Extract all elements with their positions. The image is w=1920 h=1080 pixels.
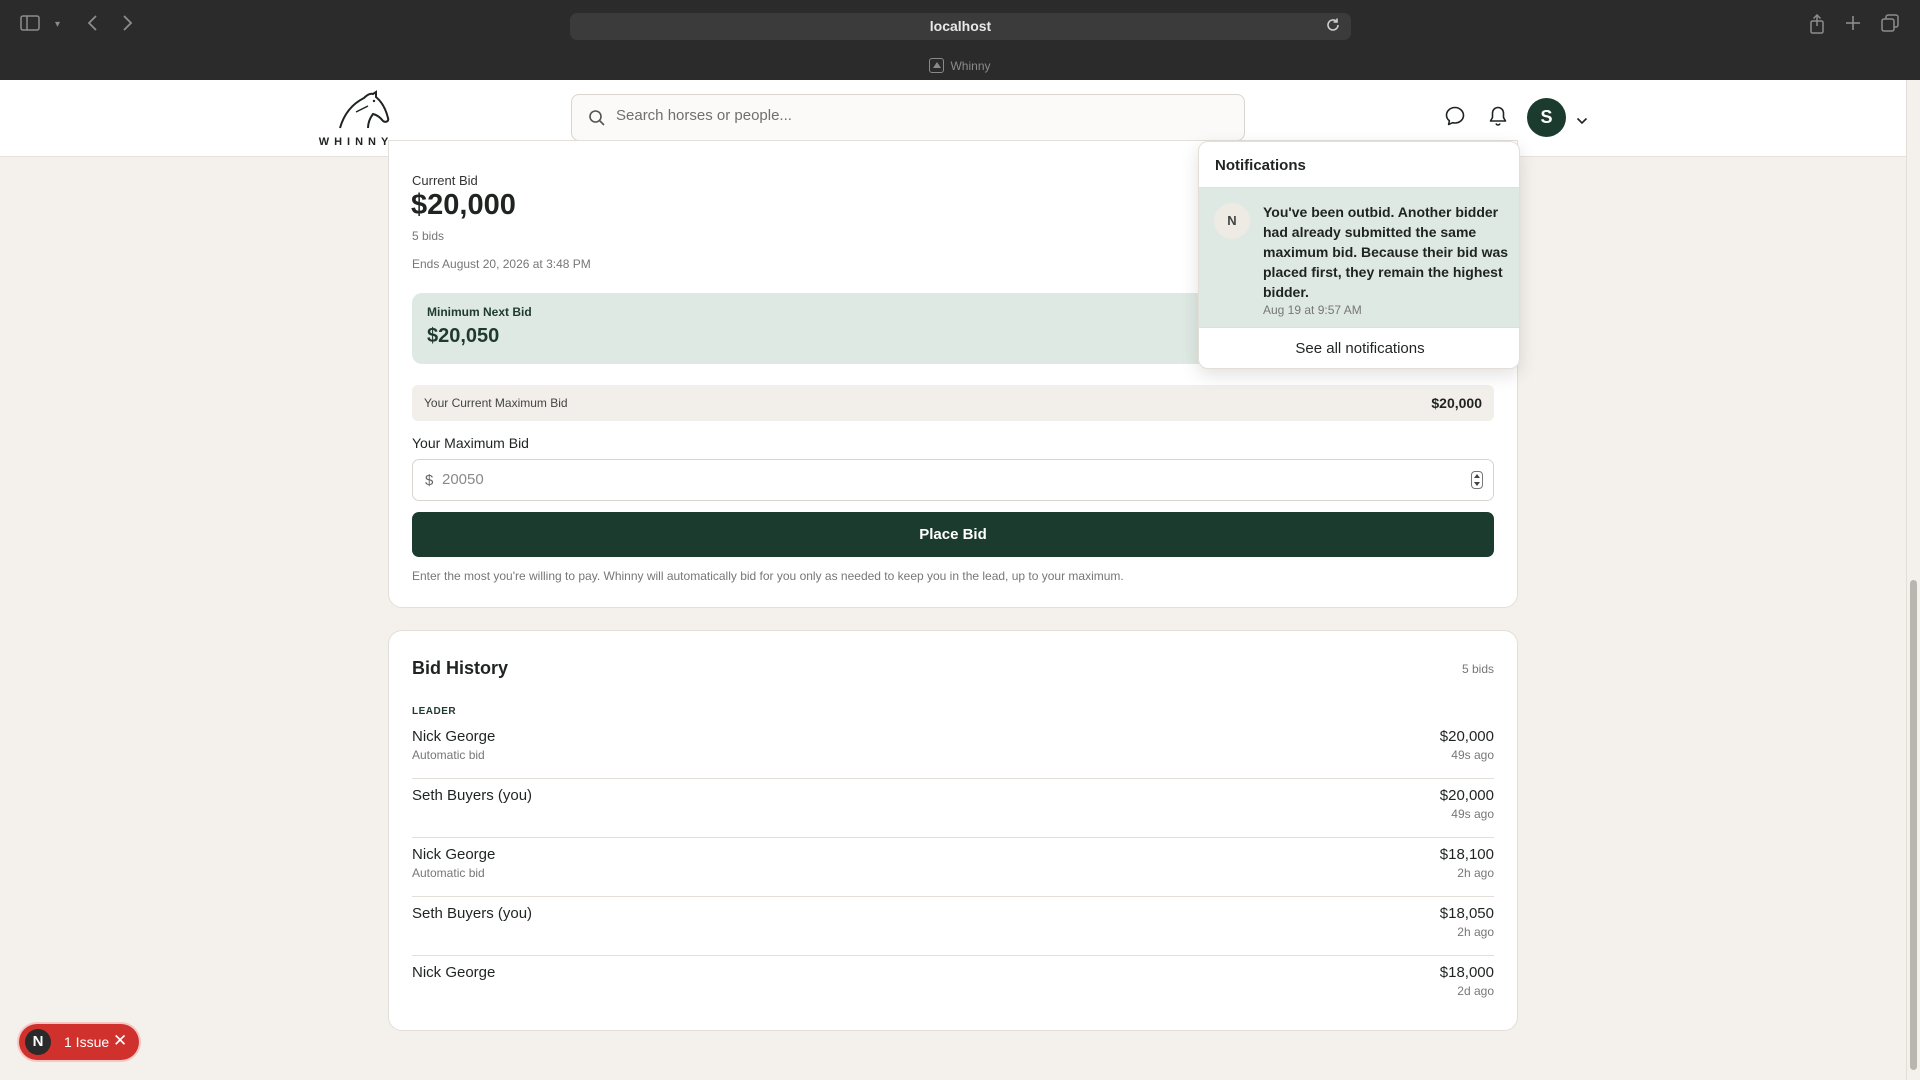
bid-amount: $18,050 xyxy=(1439,905,1494,922)
notification-avatar: N xyxy=(1214,203,1250,239)
bid-time: 2h ago xyxy=(1457,866,1494,880)
current-bid-value: $20,000 xyxy=(411,189,516,221)
notifications-title: Notifications xyxy=(1215,157,1306,174)
search-bar[interactable] xyxy=(571,94,1245,141)
leader-label: LEADER xyxy=(412,706,457,717)
bidder-name: Nick George xyxy=(412,964,496,981)
search-icon xyxy=(589,110,605,126)
reload-icon[interactable] xyxy=(1325,17,1341,38)
auction-end-time: Ends August 20, 2026 at 3:48 PM xyxy=(412,257,591,271)
max-bid-field[interactable]: $ xyxy=(412,459,1494,501)
bid-amount: $20,000 xyxy=(1439,728,1494,745)
avatar[interactable]: S xyxy=(1527,98,1566,137)
bid-time: 49s ago xyxy=(1451,748,1494,762)
horse-logo-icon xyxy=(339,90,390,129)
sidebar-toggle-icon[interactable] xyxy=(20,14,40,36)
current-max-bid-label: Your Current Maximum Bid xyxy=(424,396,568,410)
new-tab-icon[interactable] xyxy=(1845,14,1861,36)
bid-amount: $18,100 xyxy=(1439,846,1494,863)
search-input[interactable] xyxy=(616,107,1216,124)
bid-type: Automatic bid xyxy=(412,866,485,880)
max-bid-label: Your Maximum Bid xyxy=(412,435,529,451)
address-bar[interactable]: localhost xyxy=(570,13,1351,40)
chevron-down-icon[interactable] xyxy=(1576,112,1588,130)
bidder-name: Seth Buyers (you) xyxy=(412,787,533,804)
bid-type: Automatic bid xyxy=(412,748,485,762)
bid-amount: $18,000 xyxy=(1439,964,1494,981)
bid-time: 2d ago xyxy=(1457,984,1494,998)
issue-badge[interactable]: N 1 Issue ✕ xyxy=(19,1024,139,1060)
current-bid-label: Current Bid xyxy=(412,173,478,188)
current-max-bid-box: Your Current Maximum Bid $20,000 xyxy=(412,385,1494,421)
bell-icon[interactable] xyxy=(1488,105,1508,132)
close-icon[interactable]: ✕ xyxy=(113,1032,127,1050)
max-bid-input[interactable] xyxy=(442,471,1442,488)
number-stepper-icon[interactable] xyxy=(1471,471,1483,489)
bid-history-row: Nick George $18,000 2d ago xyxy=(412,956,1494,1015)
issue-count: 1 Issue xyxy=(64,1034,110,1050)
forward-icon[interactable] xyxy=(122,14,134,37)
bid-history-row: Seth Buyers (you) $20,000 49s ago xyxy=(412,779,1494,838)
favicon-icon xyxy=(929,58,945,73)
page-scrollbar[interactable] xyxy=(1906,80,1920,1080)
currency-symbol: $ xyxy=(425,472,434,489)
notification-message: You've been outbid. Another bidder had a… xyxy=(1263,204,1509,300)
bidder-name: Nick George xyxy=(412,728,496,745)
current-max-bid-value: $20,000 xyxy=(1431,395,1482,411)
notifications-dropdown: Notifications N You've been outbid. Anot… xyxy=(1198,141,1520,369)
bid-time: 2h ago xyxy=(1457,925,1494,939)
notification-time: Aug 19 at 9:57 AM xyxy=(1263,303,1362,317)
bid-count: 5 bids xyxy=(412,229,445,243)
see-all-notifications-link[interactable]: See all notifications xyxy=(1199,340,1519,357)
bid-history-count: 5 bids xyxy=(1461,662,1494,676)
scrollbar-thumb[interactable] xyxy=(1910,580,1917,1070)
messages-icon[interactable] xyxy=(1444,105,1466,132)
chevron-down-icon[interactable]: ▾ xyxy=(55,14,60,36)
url-text: localhost xyxy=(929,18,992,34)
notification-item[interactable]: N You've been outbid. Another bidder had… xyxy=(1199,187,1519,328)
bid-time: 49s ago xyxy=(1451,807,1494,821)
bid-history-row: Nick George Automatic bid $18,100 2h ago xyxy=(412,838,1494,897)
browser-tab[interactable]: Whinny xyxy=(0,58,1920,73)
bid-history-row: Nick George Automatic bid $20,000 49s ag… xyxy=(412,720,1494,779)
share-icon[interactable] xyxy=(1809,13,1825,39)
bid-help-text: Enter the most you're willing to pay. Wh… xyxy=(412,569,1124,583)
back-icon[interactable] xyxy=(86,14,98,37)
min-next-bid-label: Minimum Next Bid xyxy=(427,305,532,319)
bidder-name: Seth Buyers (you) xyxy=(412,905,533,922)
bid-history-title: Bid History xyxy=(412,658,509,678)
bid-amount: $20,000 xyxy=(1439,787,1494,804)
bid-history-card: Bid History 5 bids LEADER Nick George Au… xyxy=(388,630,1518,1031)
browser-chrome: ▾ localhost Whinny xyxy=(0,0,1920,80)
tab-overview-icon[interactable] xyxy=(1881,14,1899,37)
place-bid-button[interactable]: Place Bid xyxy=(412,512,1494,557)
bid-history-row: Seth Buyers (you) $18,050 2h ago xyxy=(412,897,1494,956)
issue-badge-logo: N xyxy=(25,1029,51,1055)
bidder-name: Nick George xyxy=(412,846,496,863)
tab-title: Whinny xyxy=(950,59,991,73)
min-next-bid-value: $20,050 xyxy=(427,325,500,347)
